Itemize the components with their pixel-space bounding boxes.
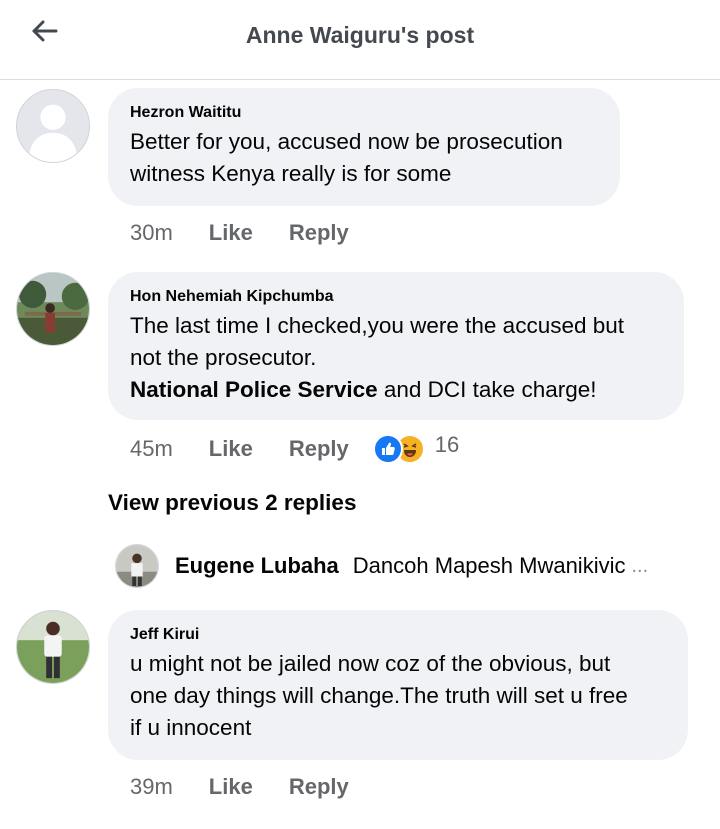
comment-text-line: not the prosecutor. (130, 345, 317, 370)
reply-more-ellipsis: ... (631, 554, 649, 577)
photo-avatar-icon (17, 273, 89, 345)
comment-text-line: National Police Service and DCI take cha… (130, 374, 662, 406)
like-reaction-icon (372, 434, 403, 464)
reply-text: Dancoh Mapesh Mwanikivic (352, 553, 626, 578)
comment-author[interactable]: Jeff Kirui (130, 626, 666, 644)
avatar[interactable] (16, 272, 90, 346)
comment-author[interactable]: Hezron Waititu (130, 104, 598, 122)
reply-button[interactable]: Reply (289, 220, 349, 246)
comment-text-tail: and DCI take charge! (377, 377, 597, 402)
comment-timestamp[interactable]: 45m (130, 436, 173, 462)
comment-text-line: u might not be jailed now coz of the obv… (130, 651, 611, 676)
reply-button[interactable]: Reply (289, 436, 349, 462)
comment-text-line: witness Kenya really is for some (130, 161, 452, 186)
reply-button[interactable]: Reply (289, 774, 349, 800)
view-previous-replies-link[interactable]: View previous 2 replies (108, 490, 356, 516)
comment-author[interactable]: Hon Nehemiah Kipchumba (130, 288, 662, 306)
comment-text-line: one day things will change.The truth wil… (130, 683, 628, 708)
comment-timestamp[interactable]: 30m (130, 220, 173, 246)
default-profile-avatar-icon (17, 90, 89, 162)
comment-bubble: Hon Nehemiah Kipchumba The last time I c… (108, 272, 684, 420)
like-button[interactable]: Like (209, 774, 253, 800)
mention-link[interactable]: National Police Service (130, 377, 378, 402)
comment-text: u might not be jailed now coz of the obv… (130, 648, 666, 744)
avatar[interactable] (16, 610, 90, 684)
comment-actions: 30m Like Reply (130, 219, 349, 247)
avatar[interactable] (115, 544, 159, 588)
reactions-summary[interactable]: 16 (372, 432, 460, 464)
comment-bubble: Hezron Waititu Better for you, accused n… (108, 88, 620, 206)
comment-actions: 45m Like Reply 16 (130, 432, 460, 464)
avatar[interactable] (16, 89, 90, 163)
comment-text: The last time I checked,you were the acc… (130, 310, 662, 406)
reaction-count: 16 (434, 432, 460, 457)
comment-text-line: if u innocent (130, 715, 252, 740)
comment-text-line: Better for you, accused now be prosecuti… (130, 129, 563, 154)
photo-avatar-icon (17, 611, 89, 683)
photo-avatar-icon (116, 545, 158, 587)
comment-actions: 39m Like Reply (130, 773, 349, 801)
post-header: Anne Waiguru's post (0, 0, 720, 80)
comment-bubble: Jeff Kirui u might not be jailed now coz… (108, 610, 688, 760)
comment-text-line: The last time I checked,you were the acc… (130, 313, 625, 338)
like-button[interactable]: Like (209, 436, 253, 462)
page-title: Anne Waiguru's post (245, 22, 475, 48)
reply-author[interactable]: Eugene Lubaha (175, 553, 339, 579)
reply-preview[interactable]: Eugene Lubaha Dancoh Mapesh Mwanikivic .… (115, 543, 648, 589)
comment-timestamp[interactable]: 39m (130, 774, 173, 800)
like-button[interactable]: Like (209, 220, 253, 246)
comment-text: Better for you, accused now be prosecuti… (130, 126, 598, 190)
